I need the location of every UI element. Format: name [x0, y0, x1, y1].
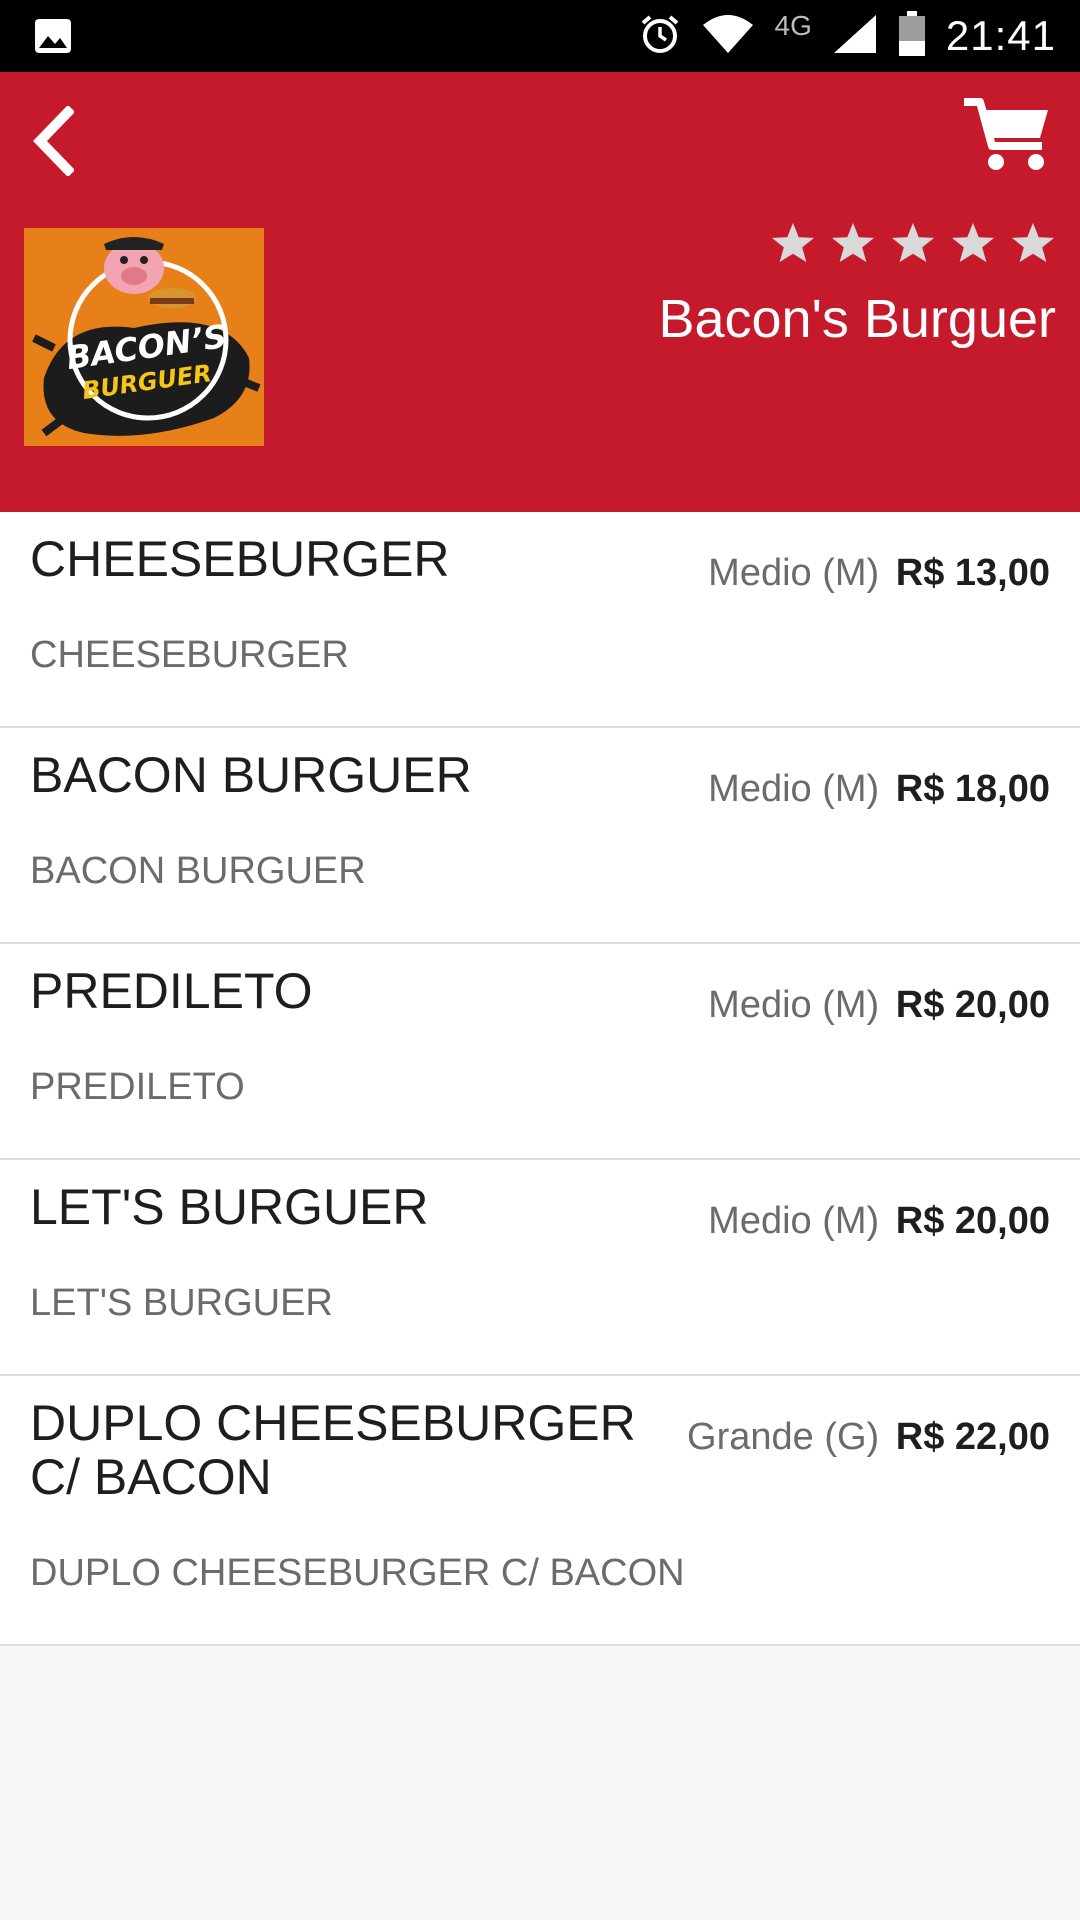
- star-icon: [771, 222, 815, 263]
- item-price-value: R$ 20,00: [895, 1200, 1050, 1242]
- item-size: Medio (M): [708, 768, 880, 810]
- store-logo: BACON’S BURGUER: [24, 228, 264, 446]
- item-price: Medio (M) R$ 18,00: [708, 768, 1050, 811]
- item-description: BACON BURGUER: [30, 850, 366, 892]
- item-name: BACON BURGUER: [30, 747, 472, 803]
- item-price: Medio (M) R$ 20,00: [708, 984, 1050, 1027]
- item-size: Medio (M): [708, 984, 880, 1026]
- item-price-value: R$ 18,00: [895, 768, 1050, 810]
- item-size: Medio (M): [708, 552, 880, 594]
- wifi-icon: [701, 13, 755, 60]
- store-name: Bacon's Burguer: [658, 289, 1056, 349]
- item-description: CHEESEBURGER: [30, 634, 349, 676]
- store-header: BACON’S BURGUER Bacon's Burguer: [0, 72, 1080, 512]
- star-icon: [891, 222, 935, 263]
- item-description: LET'S BURGUER: [30, 1282, 333, 1324]
- clock: 21:41: [945, 12, 1056, 59]
- item-name: CHEESEBURGER: [30, 531, 450, 587]
- battery-icon: [898, 10, 926, 62]
- star-icon: [951, 222, 995, 263]
- menu-item[interactable]: LET'S BURGUER Medio (M) R$ 20,00 LET'S B…: [0, 1160, 1080, 1376]
- item-description: PREDILETO: [30, 1066, 245, 1108]
- signal-icon: [832, 13, 878, 60]
- cart-icon: [964, 98, 1048, 170]
- menu-item[interactable]: CHEESEBURGER Medio (M) R$ 13,00 CHEESEBU…: [0, 512, 1080, 728]
- item-name: DUPLO CHEESEBURGER C/ BACON: [30, 1395, 636, 1505]
- item-price-value: R$ 22,00: [895, 1416, 1050, 1458]
- rating-stars: [770, 220, 1056, 266]
- star-icon: [831, 222, 875, 263]
- item-price-value: R$ 20,00: [895, 984, 1050, 1026]
- item-name: PREDILETO: [30, 963, 313, 1019]
- item-size: Grande (G): [687, 1416, 880, 1458]
- cart-button[interactable]: [962, 94, 1052, 184]
- item-price: Grande (G) R$ 22,00: [687, 1416, 1050, 1459]
- back-button[interactable]: [22, 96, 82, 186]
- menu-item[interactable]: BACON BURGUER Medio (M) R$ 18,00 BACON B…: [0, 728, 1080, 944]
- chevron-left-icon: [33, 106, 74, 176]
- menu-item[interactable]: PREDILETO Medio (M) R$ 20,00 PREDILETO: [0, 944, 1080, 1160]
- item-name: LET'S BURGUER: [30, 1179, 429, 1235]
- menu-item[interactable]: DUPLO CHEESEBURGER C/ BACON Grande (G) R…: [0, 1376, 1080, 1646]
- image-icon: [34, 18, 72, 59]
- item-price: Medio (M) R$ 13,00: [708, 552, 1050, 595]
- alarm-icon: [639, 13, 681, 60]
- item-description: DUPLO CHEESEBURGER C/ BACON: [30, 1552, 685, 1594]
- menu-list: CHEESEBURGER Medio (M) R$ 13,00 CHEESEBU…: [0, 512, 1080, 1646]
- item-size: Medio (M): [708, 1200, 880, 1242]
- item-price: Medio (M) R$ 20,00: [708, 1200, 1050, 1243]
- star-icon: [1011, 222, 1055, 263]
- network-type: 4G: [774, 10, 812, 41]
- item-price-value: R$ 13,00: [895, 552, 1050, 594]
- status-bar: 4G 21:41: [0, 0, 1080, 72]
